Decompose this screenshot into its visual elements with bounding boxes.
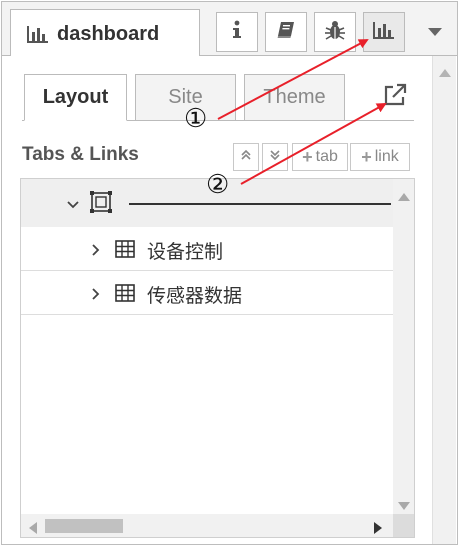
annotation-2: ② xyxy=(206,170,230,200)
chevron-right-icon[interactable] xyxy=(91,243,101,261)
bar-chart-icon xyxy=(372,20,396,45)
list-item-label: 传感器数据 xyxy=(147,286,243,307)
double-chevron-down-icon xyxy=(269,148,281,166)
tab-layout[interactable]: Layout xyxy=(24,74,127,121)
tab-dashboard[interactable]: dashboard xyxy=(10,9,200,57)
book-icon xyxy=(275,20,297,45)
scroll-down-arrow-icon[interactable] xyxy=(398,497,410,515)
scrollbar-thumb[interactable] xyxy=(45,519,123,533)
double-chevron-up-icon xyxy=(240,148,252,166)
expand-all-button[interactable] xyxy=(233,143,259,171)
tab-title: dashboard xyxy=(57,23,160,45)
help-button[interactable] xyxy=(265,12,307,52)
list-item[interactable]: 设备控制 xyxy=(21,227,393,271)
scrollbar-corner xyxy=(393,514,414,537)
annotation-1: ① xyxy=(184,104,208,134)
scroll-left-arrow-icon[interactable] xyxy=(29,521,37,537)
dashboard-button[interactable] xyxy=(363,12,405,52)
plus-icon: + xyxy=(361,146,372,167)
scroll-up-arrow-icon[interactable] xyxy=(439,64,451,82)
add-tab-button[interactable]: + tab xyxy=(292,143,348,171)
section-title: Tabs & Links xyxy=(22,144,139,165)
info-button[interactable] xyxy=(216,12,258,52)
tree-vertical-scrollbar[interactable] xyxy=(393,179,414,515)
plus-icon: + xyxy=(302,146,313,167)
scroll-up-arrow-icon[interactable] xyxy=(398,188,410,206)
tab-theme[interactable]: Theme xyxy=(244,74,345,121)
tab-theme-label: Theme xyxy=(263,86,326,108)
bar-chart-icon xyxy=(26,24,50,49)
add-link-label: link xyxy=(374,148,399,165)
open-dashboard-button[interactable] xyxy=(380,80,410,110)
list-item[interactable]: 传感器数据 xyxy=(21,271,393,315)
add-link-button[interactable]: + link xyxy=(350,143,410,171)
external-link-icon xyxy=(380,83,410,114)
bug-icon xyxy=(324,19,346,46)
scroll-right-arrow-icon[interactable] xyxy=(374,521,382,537)
collapse-all-button[interactable] xyxy=(262,143,288,171)
tree-horizontal-scrollbar[interactable] xyxy=(21,514,393,537)
table-icon xyxy=(115,284,135,307)
chevron-down-icon[interactable] xyxy=(67,197,79,215)
debug-button[interactable] xyxy=(314,12,356,52)
caret-down-icon xyxy=(428,23,442,41)
sidebar-scrollbar[interactable] xyxy=(432,56,456,544)
chevron-right-icon[interactable] xyxy=(91,287,101,305)
sidebar-menu-dropdown[interactable] xyxy=(420,18,450,46)
sidebar-header: dashboard xyxy=(2,2,457,57)
tabs-links-tree: 设备控制 传感器数据 xyxy=(20,178,415,538)
info-icon xyxy=(230,20,244,45)
group-icon xyxy=(89,190,113,219)
tab-layout-label: Layout xyxy=(42,86,109,108)
table-icon xyxy=(115,240,135,263)
list-item-label: 设备控制 xyxy=(147,242,224,263)
add-tab-label: tab xyxy=(315,148,338,165)
group-name-line xyxy=(129,203,391,205)
